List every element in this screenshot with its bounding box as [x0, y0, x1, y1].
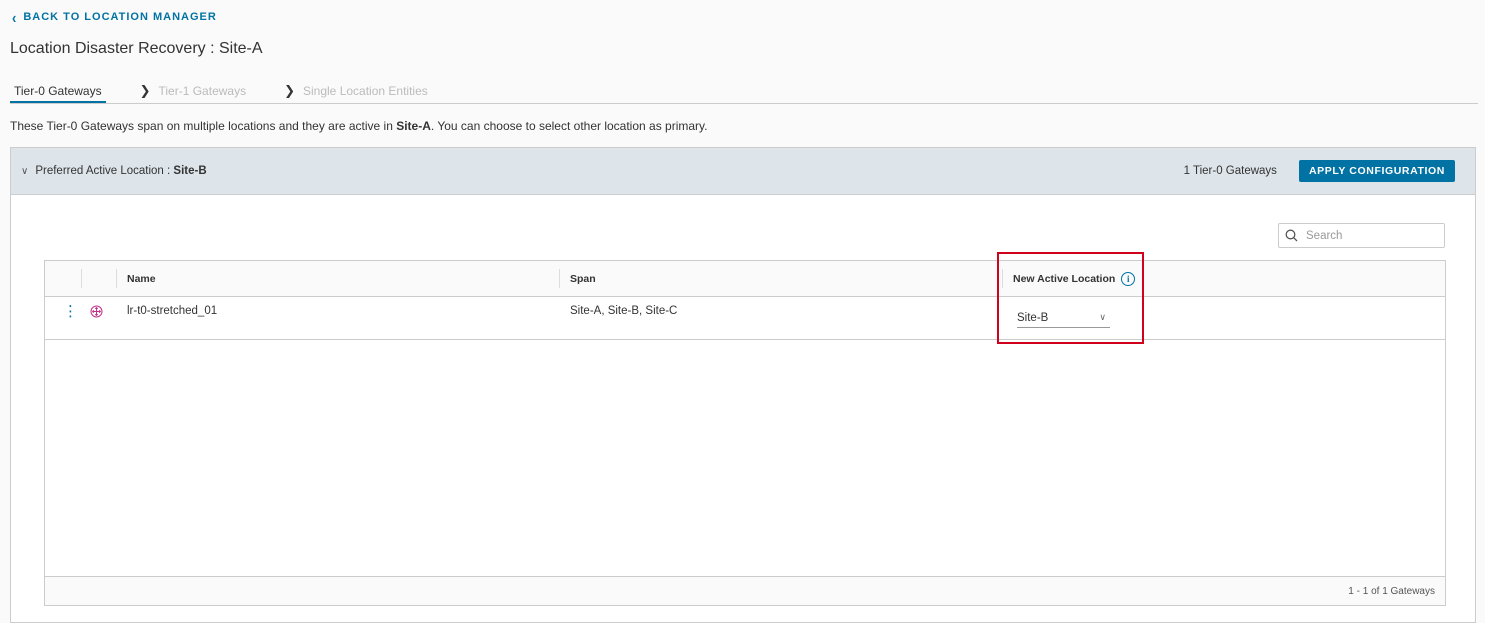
- new-active-location-select[interactable]: Site-B ∨: [1017, 308, 1110, 328]
- description-after: . You can choose to select other locatio…: [430, 119, 708, 133]
- gateway-name: lr-t0-stretched_01: [127, 305, 218, 317]
- column-header-span[interactable]: Span: [570, 261, 596, 296]
- gateway-count: 1 Tier-0 Gateways: [1183, 165, 1277, 177]
- chevron-right-icon: ❯: [284, 83, 295, 98]
- router-icon: [90, 305, 103, 317]
- back-to-location-manager-link[interactable]: ‹ BACK TO LOCATION MANAGER: [12, 7, 217, 26]
- description-site: Site-A: [396, 119, 431, 133]
- panel-title-site: Site-B: [173, 165, 207, 177]
- kebab-menu-icon[interactable]: ⋮: [63, 304, 78, 319]
- description-text: These Tier-0 Gateways span on multiple l…: [10, 119, 707, 133]
- step-label: Tier-0 Gateways: [14, 83, 102, 98]
- chevron-down-icon: ∨: [1099, 312, 1106, 322]
- chevron-right-icon: ❯: [139, 83, 151, 98]
- column-header-name[interactable]: Name: [127, 261, 156, 296]
- column-header-label: New Active Location: [1013, 272, 1116, 285]
- page-title: Location Disaster Recovery : Site-A: [10, 40, 263, 57]
- apply-configuration-button[interactable]: APPLY CONFIGURATION: [1298, 160, 1455, 182]
- select-value: Site-B: [1017, 311, 1049, 324]
- panel-header: ∨ Preferred Active Location : Site-B 1 T…: [11, 148, 1475, 195]
- description-before: These Tier-0 Gateways span on multiple l…: [10, 119, 397, 133]
- step-tier0-gateways[interactable]: Tier-0 Gateways: [10, 80, 106, 103]
- gateway-span: Site-A, Site-B, Site-C: [570, 305, 678, 317]
- table-footer: 1 - 1 of 1 Gateways: [45, 576, 1445, 605]
- column-header-new-active-location[interactable]: New Active Location i: [1013, 261, 1136, 296]
- search-icon: [1285, 229, 1298, 242]
- panel-title: Preferred Active Location : Site-B: [35, 165, 206, 177]
- panel-toggle[interactable]: ∨ Preferred Active Location : Site-B: [21, 165, 207, 177]
- gateway-type-icon: [90, 297, 103, 325]
- step-tier1-gateways[interactable]: ❯ Tier-1 Gateways: [136, 80, 251, 102]
- search-input[interactable]: [1304, 228, 1428, 243]
- preferred-location-panel: ∨ Preferred Active Location : Site-B 1 T…: [10, 147, 1476, 623]
- info-icon[interactable]: i: [1121, 271, 1136, 286]
- table-header: Name Span New Active Location i: [45, 261, 1445, 297]
- wizard-steps: Tier-0 Gateways ❯ Tier-1 Gateways ❯ Sing…: [10, 80, 1478, 104]
- panel-title-prefix: Preferred Active Location :: [35, 165, 174, 177]
- chevron-left-icon: ‹: [12, 7, 18, 26]
- pagination-text: 1 - 1 of 1 Gateways: [1348, 585, 1435, 597]
- gateways-table: Name Span New Active Location i ⋮ lr-t0-…: [44, 260, 1446, 606]
- step-single-location-entities[interactable]: ❯ Single Location Entities: [280, 80, 432, 102]
- step-label: Single Location Entities: [303, 84, 428, 98]
- search-box[interactable]: [1278, 223, 1445, 248]
- chevron-down-icon: ∨: [21, 165, 29, 177]
- back-link-label: BACK TO LOCATION MANAGER: [23, 11, 217, 23]
- table-row: ⋮ lr-t0-stretched_01 Site-A, Site-B, Sit…: [45, 297, 1445, 340]
- row-actions[interactable]: ⋮: [63, 297, 78, 325]
- step-label: Tier-1 Gateways: [158, 84, 247, 98]
